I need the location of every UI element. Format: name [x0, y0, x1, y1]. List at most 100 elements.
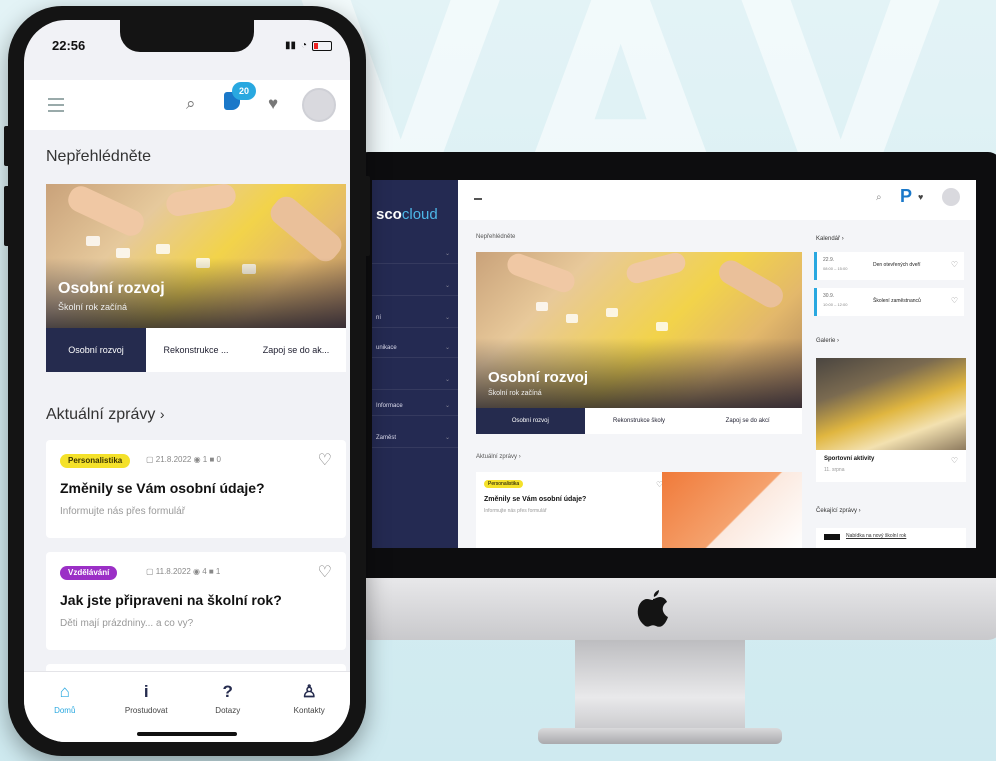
status-icons: ▮▮ ◔ [285, 40, 332, 51]
nav-label: Domů [54, 706, 76, 715]
heart-icon[interactable]: ♡ [318, 562, 332, 582]
news-title: Změnily se Vám osobní údaje? [60, 480, 265, 496]
heart-icon[interactable]: ♥ [268, 94, 278, 114]
hero-tab[interactable]: Rekonstrukce školy [585, 408, 694, 434]
photo-arm [714, 256, 788, 312]
news-section-title[interactable]: Aktuální zprávy › [476, 454, 521, 460]
phone-notch [120, 20, 254, 52]
sidebar-item[interactable]: Informace ⌄ [372, 396, 458, 416]
search-icon[interactable]: ⌕ [186, 94, 196, 114]
hero-subtitle: Školní rok začíná [58, 302, 128, 312]
chat-icon [824, 534, 840, 540]
hero-tab[interactable]: Zapoj se do akcí [693, 408, 802, 434]
photo-card [606, 308, 618, 317]
news-card[interactable]: Vzdělávání ▢ 11.8.2022 ◉ 4 ■ 1 ♡ Jak jst… [46, 552, 346, 650]
hero-tab[interactable]: Osobní rozvoj [46, 328, 146, 372]
news-card[interactable]: Personalistika Změnily se Vám osobní úda… [476, 472, 802, 548]
gallery-image[interactable] [816, 358, 966, 450]
photo-arm [504, 252, 578, 296]
battery-icon [312, 40, 332, 51]
photo-card [566, 314, 578, 323]
tag-badge: Personalistika [484, 480, 524, 488]
tag-badge: Personalistika [60, 454, 131, 468]
photo-arm [624, 252, 688, 286]
sidebar-item[interactable]: unikace ⌄ [372, 338, 458, 358]
apple-logo-icon [636, 588, 670, 637]
desktop-topbar: ⌕ P ♥ [458, 180, 976, 220]
event-title: Školení zaměstnanců [873, 298, 921, 304]
hero-subtitle: Školní rok začíná [488, 390, 542, 397]
photo-card [116, 248, 130, 258]
person-icon: ♙ [301, 682, 317, 701]
photo-card [536, 302, 548, 311]
bottom-nav: ⌂ Domů i Prostudovat ? Dotazy ♙ Kontakty [24, 671, 350, 742]
photo-arm [265, 191, 346, 267]
phone-frame: 22:56 ▮▮ ◔ ⌕ 20 ♥ Nepřehlédněte Osobní r… [4, 6, 370, 756]
menu-icon[interactable] [48, 98, 64, 116]
desktop-sidebar: scocloud ⌄ ⌄ ní ⌄ unikace ⌄ ⌄ Informace ⌄ Z… [372, 180, 458, 548]
heart-icon[interactable]: ♡ [951, 296, 958, 305]
news-section-title[interactable]: Aktuální zprávy › [46, 406, 165, 424]
heart-icon[interactable]: ♡ [318, 450, 332, 470]
event-time: 10:00 – 12:00 [823, 302, 848, 307]
photo-card [86, 236, 100, 246]
side-button [4, 186, 10, 246]
avatar[interactable] [302, 88, 336, 122]
heart-icon[interactable]: ♥ [918, 192, 923, 202]
news-title: Jak jste připraveni na školní rok? [60, 592, 282, 608]
desktop-content: Nepřehlédněte Osobní rozvoj Školní rok z… [458, 220, 976, 548]
phone-screen: 22:56 ▮▮ ◔ ⌕ 20 ♥ Nepřehlédněte Osobní r… [24, 20, 350, 742]
notification-p-icon[interactable]: P [900, 186, 912, 207]
home-indicator [137, 732, 237, 736]
avatar[interactable] [942, 188, 960, 206]
status-time: 22:56 [52, 38, 86, 53]
news-meta: ▢ 21.8.2022 ◉ 1 ■ 0 [146, 455, 221, 464]
sidebar-item[interactable]: ⌄ [372, 370, 458, 390]
news-subtitle: Děti mají prázdniny... a co vy? [60, 618, 194, 629]
sidebar-item[interactable]: Zaměst ⌄ [372, 428, 458, 448]
nav-home[interactable]: ⌂ Domů [24, 672, 106, 742]
side-button [364, 176, 370, 256]
event-time: 08:00 – 15:00 [823, 266, 848, 271]
sidebar-item[interactable]: ní ⌄ [372, 308, 458, 328]
chat-item[interactable]: Nabídka na nový školní rok [816, 528, 966, 548]
hero-title: Osobní rozvoj [58, 280, 165, 297]
section-title: Nepřehlédněte [476, 234, 516, 240]
nav-contacts[interactable]: ♙ Kontakty [269, 672, 351, 742]
wifi-icon: ◔ [300, 40, 307, 51]
chat-title[interactable]: Čekající zprávy › [816, 508, 861, 514]
notification-count-badge: 20 [232, 82, 256, 100]
app-logo: scocloud [376, 206, 438, 223]
event-title: Den otevřených dveří [873, 262, 921, 268]
news-meta: ▢ 11.8.2022 ◉ 4 ■ 1 [146, 567, 221, 576]
sidebar-item[interactable]: ⌄ [372, 276, 458, 296]
question-icon: ? [222, 682, 233, 701]
hero-banner[interactable]: Osobní rozvoj Školní rok začíná [46, 184, 346, 328]
sidebar-item[interactable]: ⌄ [372, 244, 458, 264]
desktop-screen: scocloud ⌄ ⌄ ní ⌄ unikace ⌄ ⌄ Informace ⌄ Z… [372, 180, 976, 548]
nav-label: Dotazy [215, 706, 241, 715]
tag-badge: Vzdělávání [60, 566, 118, 580]
hero-tab[interactable]: Osobní rozvoj [476, 408, 585, 434]
news-card[interactable]: Personalistika ▢ 21.8.2022 ◉ 1 ■ 0 ♡ Změ… [46, 440, 346, 538]
monitor-chin [354, 578, 996, 640]
gallery-title[interactable]: Galerie › [816, 338, 839, 344]
section-title: Nepřehlédněte [46, 148, 151, 165]
heart-icon[interactable]: ♡ [951, 456, 958, 465]
event-date: 22.9. [823, 257, 835, 263]
calendar-title[interactable]: Kalendář › [816, 236, 844, 242]
hero-title: Osobní rozvoj [488, 369, 589, 386]
monitor-base [538, 728, 782, 744]
heart-icon[interactable]: ♡ [951, 260, 958, 269]
search-icon[interactable]: ⌕ [876, 192, 882, 203]
event-item[interactable]: 22.9. 08:00 – 15:00 Den otevřených dveří… [814, 252, 964, 280]
nav-label: Kontakty [293, 706, 325, 715]
gallery-sub: 11. srpna [824, 467, 845, 473]
menu-icon[interactable] [474, 198, 482, 200]
event-item[interactable]: 30.9. 10:00 – 12:00 Školení zaměstnanců … [814, 288, 964, 316]
hero-tab[interactable]: Zapoj se do ak... [246, 328, 346, 372]
photo-card [656, 322, 668, 331]
hero-tabs: Osobní rozvoj Rekonstrukce školy Zapoj s… [476, 408, 802, 434]
hero-banner[interactable]: Osobní rozvoj Školní rok začíná [476, 252, 802, 408]
hero-tab[interactable]: Rekonstrukce ... [146, 328, 246, 372]
